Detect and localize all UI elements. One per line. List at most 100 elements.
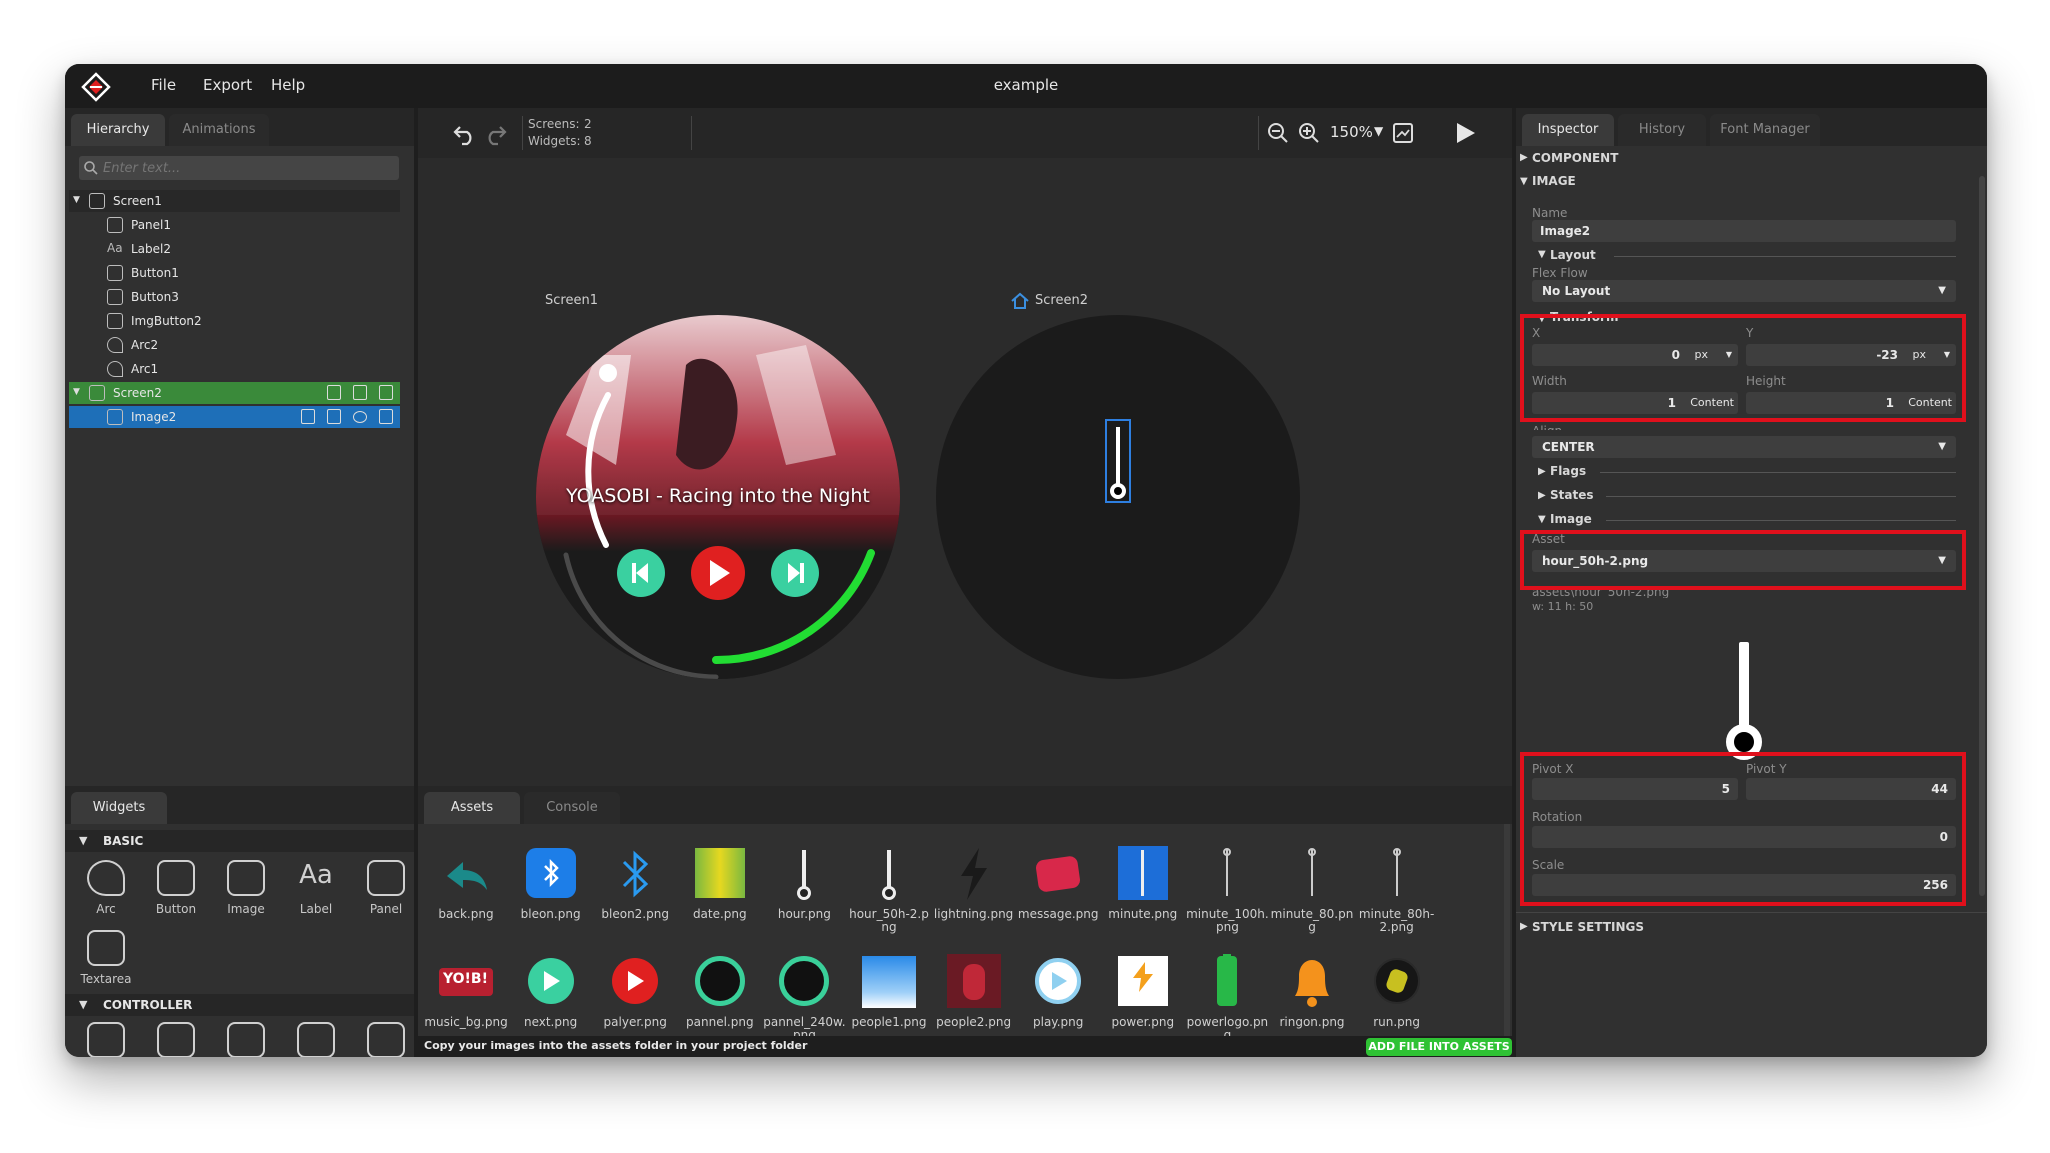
tab-font-manager[interactable]: Font Manager	[1710, 114, 1820, 146]
widget-arc[interactable]: Arc	[75, 860, 137, 916]
image-subsection[interactable]: Image	[1550, 512, 1592, 526]
eye-icon[interactable]	[353, 411, 367, 423]
widget-imgbutton[interactable]: Imgbutton	[355, 1022, 414, 1057]
asset-item[interactable]: run.png	[1355, 954, 1439, 1029]
asset-item[interactable]: play.png	[1016, 954, 1100, 1029]
collapse-down-icon[interactable]: ▼	[1538, 249, 1546, 260]
expand-right-icon[interactable]: ▶	[1538, 490, 1546, 501]
widget-colorwheel[interactable]: Colorwheel	[215, 1022, 277, 1057]
tree-expand-icon[interactable]: ▼	[73, 195, 80, 205]
assets-tab-bar: Assets Console	[418, 786, 1512, 824]
search-field[interactable]	[79, 156, 399, 180]
expand-right-icon[interactable]: ▶	[1538, 466, 1546, 477]
expand-right-icon[interactable]: ▶	[1520, 921, 1528, 932]
tree-item-button3[interactable]: Button3	[69, 286, 400, 308]
asset-item[interactable]: lightning.png	[932, 846, 1016, 921]
screen1-preview[interactable]: YOASOBI - Racing into the Night	[536, 315, 900, 679]
asset-item[interactable]: palyer.png	[593, 954, 677, 1029]
tree-item-image2[interactable]: Image2	[69, 406, 400, 428]
tree-item-imgbutton2[interactable]: ImgButton2	[69, 310, 400, 332]
screen2-preview[interactable]	[936, 315, 1300, 679]
zoom-level[interactable]: 150%	[1330, 123, 1373, 141]
name-input[interactable]: Image2	[1532, 220, 1956, 242]
tree-item-arc1[interactable]: Arc1	[69, 358, 400, 380]
asset-item[interactable]: message.png	[1016, 846, 1100, 921]
expand-right-icon[interactable]: ▶	[1520, 152, 1528, 163]
unlock-icon[interactable]	[327, 409, 341, 424]
asset-item[interactable]: bleon.png	[509, 846, 593, 921]
asset-item[interactable]: date.png	[678, 846, 762, 921]
tab-assets[interactable]: Assets	[424, 792, 520, 824]
asset-item[interactable]: next.png	[509, 954, 593, 1029]
asset-item[interactable]: powerlogo.png	[1185, 954, 1269, 1036]
states-subsection[interactable]: States	[1550, 488, 1594, 502]
copy-icon[interactable]	[379, 385, 393, 400]
asset-item[interactable]: minute_80.png	[1270, 846, 1354, 934]
widget-dropdown[interactable]: Dropdown	[285, 1022, 347, 1057]
zoom-in-icon[interactable]	[1297, 121, 1321, 145]
image-section[interactable]: IMAGE	[1532, 174, 1576, 188]
unlock-icon[interactable]	[353, 385, 367, 400]
tab-widgets[interactable]: Widgets	[71, 792, 167, 824]
play-icon[interactable]	[1452, 120, 1478, 146]
inspector-scrollbar[interactable]	[1979, 176, 1985, 896]
widget-label[interactable]: Aa Label	[285, 860, 347, 916]
widget-panel[interactable]: Panel	[355, 860, 414, 916]
zoom-out-icon[interactable]	[1266, 121, 1290, 145]
widget-image[interactable]: Image	[215, 860, 277, 916]
asset-filename: palyer.png	[603, 1015, 667, 1029]
asset-item[interactable]: hour.png	[762, 846, 846, 921]
tree-item-button1[interactable]: Button1	[69, 262, 400, 284]
component-section[interactable]: COMPONENT	[1532, 151, 1618, 165]
asset-item[interactable]: people1.png	[847, 954, 931, 1029]
layout-subsection[interactable]: Layout	[1550, 248, 1596, 262]
asset-item[interactable]: minute_80h-2.png	[1355, 846, 1439, 934]
tab-animations[interactable]: Animations	[169, 114, 269, 146]
tab-hierarchy[interactable]: Hierarchy	[71, 114, 165, 146]
chevron-down-icon[interactable]: ▼	[1374, 124, 1383, 138]
asset-item[interactable]: pannel_240w.png	[762, 954, 846, 1036]
asset-item[interactable]: hour_50h-2.png	[847, 846, 931, 934]
align-dropdown[interactable]: CENTER ▼	[1532, 436, 1956, 458]
widget-textarea[interactable]: Textarea	[75, 930, 137, 986]
tree-item-screen1[interactable]: ▼ Screen1	[69, 190, 400, 212]
fit-screen-icon[interactable]	[1392, 122, 1414, 144]
asset-thumbnail	[1114, 954, 1172, 1010]
redo-icon[interactable]	[482, 120, 508, 146]
asset-filename: play.png	[1033, 1015, 1084, 1029]
tree-item-panel1[interactable]: Panel1	[69, 214, 400, 236]
selected-image2[interactable]	[1105, 419, 1131, 503]
asset-item[interactable]: minute.png	[1101, 846, 1185, 921]
tree-item-arc2[interactable]: Arc2	[69, 334, 400, 356]
add-file-button[interactable]: ADD FILE INTO ASSETS	[1366, 1038, 1512, 1056]
style-settings-section[interactable]: STYLE SETTINGS	[1532, 920, 1644, 934]
asset-item[interactable]: power.png	[1101, 954, 1185, 1029]
asset-item[interactable]: minute_100h.png	[1185, 846, 1269, 934]
tree-item-label2[interactable]: Aa Label2	[69, 238, 400, 260]
trash-icon[interactable]	[301, 409, 315, 424]
widget-calendar[interactable]: Calendar	[75, 1022, 137, 1057]
search-input[interactable]	[103, 158, 393, 178]
asset-item[interactable]: pannel.png	[678, 954, 762, 1029]
widget-checkbox[interactable]: Checkbox	[145, 1022, 207, 1057]
tab-console[interactable]: Console	[524, 792, 620, 824]
flex-flow-dropdown[interactable]: No Layout ▼	[1532, 280, 1956, 302]
trash-icon[interactable]	[327, 385, 341, 400]
collapse-down-icon[interactable]: ▼	[1520, 176, 1528, 187]
tab-inspector[interactable]: Inspector	[1522, 114, 1614, 146]
copy-icon[interactable]	[379, 409, 393, 424]
tab-history[interactable]: History	[1618, 114, 1706, 146]
widget-button[interactable]: Button	[145, 860, 207, 916]
asset-item[interactable]: YO!B! music_bg.png	[424, 954, 508, 1029]
asset-item[interactable]: back.png	[424, 846, 508, 921]
align-value: CENTER	[1542, 440, 1595, 454]
undo-icon[interactable]	[452, 120, 478, 146]
asset-item[interactable]: people2.png	[932, 954, 1016, 1029]
tree-item-screen2[interactable]: ▼ Screen2	[69, 382, 400, 404]
collapse-down-icon[interactable]: ▼	[1538, 514, 1546, 525]
asset-item[interactable]: bleon2.png	[593, 846, 677, 921]
tree-expand-icon[interactable]: ▼	[73, 387, 80, 397]
assets-scrollbar[interactable]	[1504, 824, 1510, 1036]
asset-item[interactable]: ringon.png	[1270, 954, 1354, 1029]
flags-subsection[interactable]: Flags	[1550, 464, 1586, 478]
